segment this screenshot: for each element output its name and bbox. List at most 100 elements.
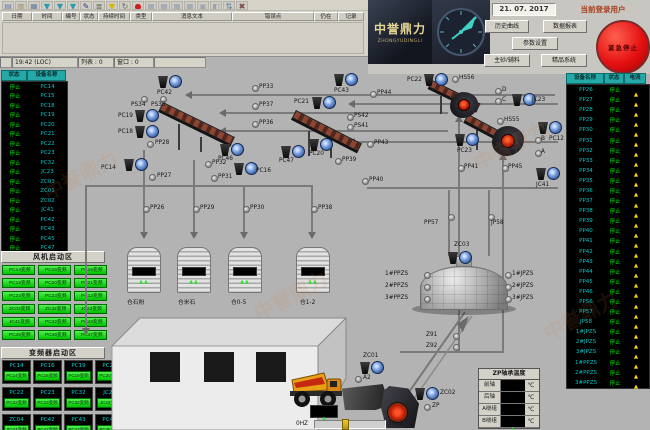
fan-start-button[interactable]: PC21变频 [74, 278, 107, 288]
device-row[interactable]: 停止 PC23 [2, 149, 67, 159]
impact-crusher-2[interactable] [492, 126, 524, 156]
close-icon[interactable]: ✖ [236, 1, 248, 10]
parameter-settings-button[interactable]: 参数设置 [512, 37, 558, 50]
vfd-start-button[interactable]: ZC04变频 [4, 425, 29, 430]
fan-start-button[interactable]: PC23变频 [38, 291, 71, 301]
motor-icon[interactable] [536, 166, 560, 181]
motor-icon[interactable] [448, 250, 472, 265]
motor-icon[interactable] [334, 72, 358, 87]
device-row[interactable]: 停止 PC14 [2, 82, 67, 92]
device-row[interactable]: 停止 ZC02 [2, 196, 67, 206]
device-row[interactable]: 停止 PC45 [2, 234, 67, 244]
alarm-column-header[interactable]: 持续时间 [98, 12, 130, 21]
data-report-button[interactable]: 数据报表 [543, 20, 587, 33]
device-row[interactable]: 停止 PC42 [2, 215, 67, 225]
list-icon[interactable]: ≣ [93, 1, 105, 10]
impact-crusher-1[interactable] [450, 92, 478, 118]
motor-icon[interactable] [309, 137, 333, 152]
fan-start-button[interactable]: ZC03变频 [2, 304, 35, 314]
filter-yellow-icon[interactable]: ▼ [106, 1, 118, 10]
alarm-bell-icon[interactable]: ● [132, 1, 144, 10]
grid-2-icon[interactable]: ▦ [158, 1, 170, 10]
mail-icon[interactable]: ▣ [197, 1, 209, 10]
sort-icon[interactable]: ⇅ [223, 1, 235, 10]
device-row[interactable]: 停止 PC22 [2, 139, 67, 149]
motor-icon[interactable] [220, 142, 244, 157]
device-row[interactable]: 停止 PC20 [2, 120, 67, 130]
silo-rice-stone[interactable] [177, 247, 211, 293]
motor-icon[interactable] [124, 157, 148, 172]
vfd-start-button[interactable]: PC42变频 [35, 425, 60, 430]
filter-1-icon[interactable]: ▼ [41, 1, 53, 10]
silo-0-5[interactable] [228, 247, 262, 293]
main-material-button[interactable]: 主砂/辅料 [484, 54, 530, 67]
fan-start-button[interactable]: PC12变频 [74, 291, 107, 301]
alarm-column-header[interactable]: 编号 [62, 12, 80, 21]
vfd-start-button[interactable]: PC16变频 [35, 371, 60, 381]
premium-system-button[interactable]: 精品系统 [541, 54, 587, 67]
fan-start-button[interactable]: PC45变频 [2, 330, 35, 340]
frequency-slider-thumb[interactable] [342, 419, 349, 430]
motor-icon[interactable] [538, 120, 562, 135]
loop-icon[interactable]: ↻ [119, 1, 131, 10]
silo-stone-powder[interactable] [127, 247, 161, 293]
fan-start-button[interactable]: PC42变频 [38, 317, 71, 327]
device-row[interactable]: 停止 PC32 [2, 158, 67, 168]
fan-start-button[interactable]: ZC32变频 [38, 304, 71, 314]
history-curve-button[interactable]: 历史曲线 [485, 20, 529, 33]
vfd-start-button[interactable]: PC32变频 [66, 398, 91, 408]
pen-icon[interactable]: ✎ [80, 1, 92, 10]
vfd-start-button[interactable]: PC22变频 [4, 398, 29, 408]
motor-icon[interactable] [158, 74, 182, 89]
open-icon[interactable]: ▥ [15, 1, 27, 10]
device-row[interactable]: 停止 ZC01 [2, 187, 67, 197]
device-row[interactable]: 停止 PC15 [2, 92, 67, 102]
motor-icon[interactable] [424, 72, 448, 87]
alarm-column-header[interactable]: 时间 [32, 12, 62, 21]
fan-start-button[interactable]: JC41变频 [2, 317, 35, 327]
motor-icon[interactable] [312, 95, 336, 110]
device-row[interactable]: 停止 JC23 [2, 168, 67, 178]
motor-icon[interactable] [455, 132, 479, 147]
device-row[interactable]: 3#PPZS 停止 [567, 378, 649, 388]
alarm-column-header[interactable]: 日期 [2, 12, 32, 21]
grid-1-icon[interactable]: ▦ [145, 1, 157, 10]
vfd-start-button[interactable]: PC43变频 [66, 425, 91, 430]
alarm-column-header[interactable]: 错误点 [232, 12, 314, 21]
new-alarm-icon[interactable]: ▤ [2, 1, 14, 10]
device-row[interactable]: 停止 ZC03 [2, 177, 67, 187]
save-icon[interactable]: ▦ [28, 1, 40, 10]
grid-3-icon[interactable]: ▦ [171, 1, 183, 10]
motor-icon[interactable] [135, 124, 159, 139]
vfd-start-button[interactable]: PC23变频 [35, 398, 60, 408]
vfd-start-button[interactable]: PC14变频 [4, 371, 29, 381]
fan-start-button[interactable]: PC46变频 [38, 330, 71, 340]
frequency-slider[interactable] [314, 420, 386, 429]
motor-icon[interactable] [281, 144, 305, 159]
alarm-column-header[interactable]: 仍在 [314, 12, 338, 21]
fan-start-button[interactable]: PC19变频 [2, 278, 35, 288]
grid-4-icon[interactable]: ▦ [184, 1, 196, 10]
emergency-stop-button[interactable]: 紧急停止 [596, 20, 650, 74]
storage-dome[interactable] [420, 266, 508, 310]
fan-start-button[interactable]: PC14变频 [2, 265, 35, 275]
device-row[interactable]: 停止 PC43 [2, 225, 67, 235]
fan-start-button[interactable]: PC15变频 [38, 265, 71, 275]
device-row[interactable]: 停止 PC21 [2, 130, 67, 140]
filter-2-icon[interactable]: ▼ [54, 1, 66, 10]
alarm-list-empty[interactable] [2, 22, 364, 54]
device-row[interactable]: 停止 PC18 [2, 101, 67, 111]
vfd-start-button[interactable]: PC19变频 [66, 371, 91, 381]
motor-icon[interactable] [360, 360, 384, 375]
fan-start-button[interactable]: PC22变频 [2, 291, 35, 301]
motor-icon[interactable] [415, 386, 439, 401]
lock-icon[interactable]: ◧ [210, 1, 222, 10]
filter-3-icon[interactable]: ▼ [67, 1, 79, 10]
alarm-column-header[interactable]: 类型 [130, 12, 152, 21]
alarm-column-header[interactable]: 消息文本 [152, 12, 232, 21]
motor-icon[interactable] [135, 108, 159, 123]
device-row[interactable]: 停止 JC41 [2, 206, 67, 216]
alarm-column-header[interactable]: 记录 [338, 12, 364, 21]
device-row[interactable]: 停止 PC19 [2, 111, 67, 121]
silo-1-2[interactable] [296, 247, 330, 293]
